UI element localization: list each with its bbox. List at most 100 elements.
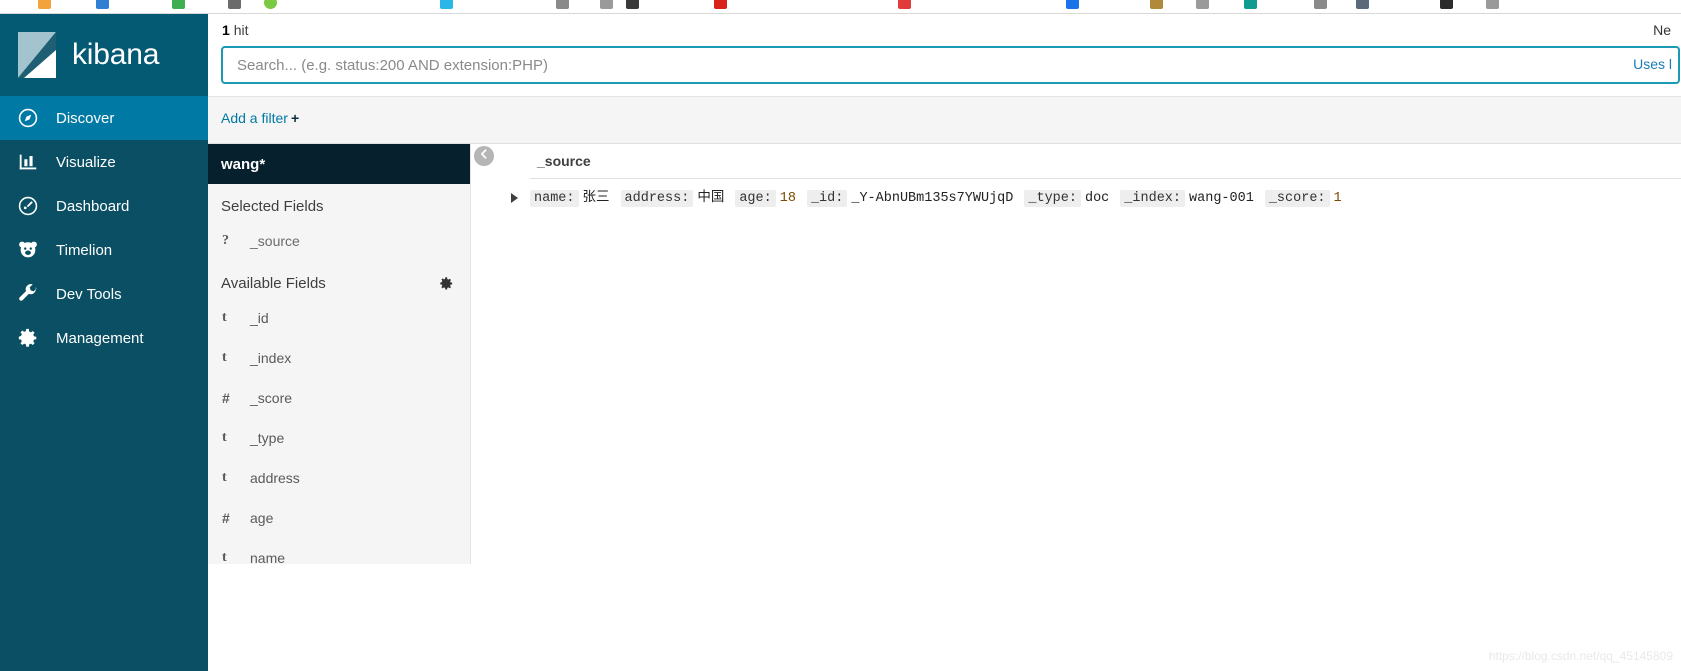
search-bar-container: Uses l — [221, 46, 1680, 84]
selected-fields-label: Selected Fields — [221, 198, 324, 215]
bookmark-icon-11[interactable] — [898, 0, 911, 9]
field-type-indicator: t — [222, 550, 227, 565]
hit-count-label: 1 hit — [222, 22, 248, 38]
sidebar-item-label: Timelion — [56, 241, 113, 259]
sidebar-item-dashboard[interactable]: Dashboard — [0, 184, 208, 228]
available-fields-label: Available Fields — [221, 275, 326, 292]
sidebar-item-label: Visualize — [56, 153, 116, 171]
field-type-indicator: t — [222, 350, 227, 365]
field-item-index[interactable]: t _index — [208, 338, 470, 378]
field-type-indicator: ? — [222, 233, 229, 248]
field-name-label: _source — [250, 233, 300, 249]
source-field-key: address: — [620, 190, 694, 207]
bookmark-icon-1[interactable] — [38, 0, 51, 9]
bookmark-icon-5[interactable] — [264, 0, 277, 9]
sidebar-item-label: Discover — [56, 109, 115, 127]
bookmark-icon-3[interactable] — [172, 0, 185, 9]
field-item-type[interactable]: t _type — [208, 418, 470, 458]
field-name-label: _index — [250, 350, 292, 366]
field-item-age[interactable]: # age — [208, 498, 470, 538]
bookmark-icon-6[interactable] — [440, 0, 453, 9]
filter-bar: Add a filter + — [208, 97, 1681, 144]
bookmark-icon-8[interactable] — [600, 0, 613, 9]
field-item-source[interactable]: ? _source — [208, 221, 470, 261]
source-field-value: 1 — [1333, 191, 1342, 206]
field-chooser-panel: wang* Selected Fields ? _source Availabl… — [208, 144, 471, 566]
sidebar-item-label: Management — [56, 329, 144, 347]
kibana-discover-app: kibana Discover Visualize Dashboard Time… — [0, 0, 1681, 671]
bookmark-icon-2[interactable] — [96, 0, 109, 9]
column-header-source: _source — [537, 153, 591, 169]
bookmark-icon-17[interactable] — [1356, 0, 1369, 9]
source-field-value: 中国 — [697, 191, 725, 206]
source-field-value: doc — [1084, 191, 1110, 206]
sidebar-item-label: Dev Tools — [56, 285, 122, 303]
sidebar-item-timelion[interactable]: Timelion — [0, 228, 208, 272]
document-rows-container: name: 张三 address: 中国 age: 18 _id: _Y-AbnUBm135s… — [500, 179, 1681, 208]
index-pattern-selector[interactable]: wang* — [208, 144, 470, 184]
add-filter-button[interactable]: Add a filter + — [221, 110, 299, 126]
caret-right-icon[interactable] — [500, 190, 530, 203]
bookmark-icon-7[interactable] — [556, 0, 569, 9]
bookmark-icon-18[interactable] — [1440, 0, 1453, 9]
page-watermark: https://blog.csdn.net/qq_45145809 — [1488, 649, 1673, 663]
field-type-indicator: t — [222, 470, 227, 485]
field-item-score[interactable]: # _score — [208, 378, 470, 418]
bookmark-icon-19[interactable] — [1486, 0, 1499, 9]
field-type-indicator: t — [222, 310, 227, 325]
source-field-key: _id: — [806, 190, 848, 207]
bookmark-icon-4[interactable] — [228, 0, 241, 9]
source-field-key: _index: — [1120, 190, 1186, 207]
kibana-logo[interactable]: kibana — [0, 14, 208, 96]
document-source-cell: name: 张三 address: 中国 age: 18 _id: _Y-AbnUBm135s… — [530, 190, 1353, 208]
sidebar-item-discover[interactable]: Discover — [0, 96, 208, 140]
sidebar-item-label: Dashboard — [56, 197, 130, 215]
field-item-name[interactable]: t name — [208, 538, 470, 578]
hit-count-unit: hit — [233, 22, 249, 38]
bookmark-icon-9[interactable] — [626, 0, 639, 9]
bookmark-icon-14[interactable] — [1196, 0, 1209, 9]
field-type-indicator: # — [222, 390, 230, 406]
field-name-label: address — [250, 470, 300, 486]
new-search-button[interactable]: Ne — [1653, 22, 1671, 38]
source-field-key: age: — [735, 190, 776, 207]
hit-count-value: 1 — [222, 22, 230, 38]
table-row[interactable]: name: 张三 address: 中国 age: 18 _id: _Y-AbnUBm135s… — [500, 179, 1681, 208]
field-name-label: _score — [250, 390, 293, 406]
source-field-value: _Y-AbnUBm135s7YWUjqD — [851, 191, 1014, 206]
field-type-indicator: # — [222, 510, 230, 526]
field-name-label: _type — [250, 430, 285, 446]
selected-fields-heading: Selected Fields — [208, 184, 470, 221]
plus-icon: + — [290, 110, 300, 126]
gear-icon — [16, 326, 40, 350]
available-fields-list: t _id t _index # _score t _type t address # age t nam… — [208, 298, 470, 578]
field-name-label: age — [250, 510, 274, 526]
bookmark-icon-13[interactable] — [1150, 0, 1163, 9]
kibana-logo-icon — [16, 30, 60, 80]
source-field-key: name: — [530, 190, 579, 207]
bar-chart-icon — [16, 150, 40, 174]
sidebar-item-visualize[interactable]: Visualize — [0, 140, 208, 184]
add-filter-label: Add a filter — [221, 110, 288, 126]
field-settings-gear-icon[interactable] — [439, 276, 454, 291]
dashboard-gauge-icon — [16, 194, 40, 218]
bookmark-icon-10[interactable] — [714, 0, 727, 9]
bookmark-icon-15[interactable] — [1244, 0, 1257, 9]
search-input[interactable] — [221, 46, 1680, 84]
uses-lucene-link[interactable]: Uses l — [1633, 56, 1672, 72]
field-item-address[interactable]: t address — [208, 458, 470, 498]
bookmark-icon-16[interactable] — [1314, 0, 1327, 9]
index-pattern-label: wang* — [221, 155, 266, 173]
available-fields-heading: Available Fields — [208, 261, 470, 298]
bear-icon — [16, 238, 40, 262]
collapse-sidebar-button[interactable] — [474, 146, 494, 166]
sidebar-item-management[interactable]: Management — [0, 316, 208, 360]
source-field-value: 张三 — [582, 191, 610, 206]
source-field-value: 18 — [779, 191, 796, 206]
field-item-id[interactable]: t _id — [208, 298, 470, 338]
sidebar-item-dev-tools[interactable]: Dev Tools — [0, 272, 208, 316]
browser-bookmarks-bar[interactable] — [0, 0, 1681, 14]
bookmark-icon-12[interactable] — [1066, 0, 1079, 9]
source-field-value: wang-001 — [1189, 191, 1254, 206]
documents-table: _source name: 张三 address: 中国 age: 18 _id: _Y-Ab… — [471, 144, 1681, 671]
